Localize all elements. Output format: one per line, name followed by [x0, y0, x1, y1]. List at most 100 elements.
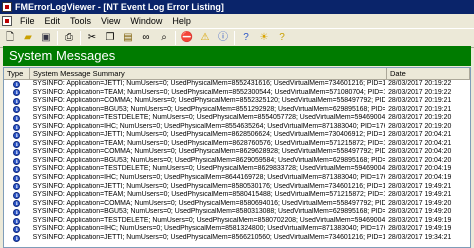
table-row[interactable]: i SYSINFO: Application=JETTI; NumUsers=0;… — [4, 183, 470, 192]
date-cell: 28/03/2017 19:49:20 — [388, 208, 452, 216]
table-row[interactable]: i SYSINFO: Application=IHC; NumUsers=0; U… — [4, 174, 470, 183]
info-icon: i — [13, 200, 21, 208]
app-icon[interactable] — [2, 2, 12, 12]
date-cell: 28/03/2017 20:04:19 — [388, 174, 452, 182]
info-icon: i — [13, 217, 21, 225]
toolbar: 🗋 ▰ ▣ ⎙ ✂ ❐ ▤ ∞ ⌕ ⛔ ⚠ ⓘ ? ☀ ? — [0, 28, 474, 48]
info-icon: i — [13, 157, 21, 165]
table-row[interactable]: i SYSINFO: Application=TESTDELETE; NumUse… — [4, 165, 470, 174]
info-icon: i — [13, 166, 21, 174]
new-icon[interactable]: 🗋 — [3, 31, 17, 45]
date-cell: 28/03/2017 20:19:20 — [388, 114, 452, 122]
binoculars-icon[interactable]: ∞ — [139, 31, 153, 45]
info-icon: i — [13, 106, 21, 114]
info-icon: i — [13, 132, 21, 140]
type-cell: i — [4, 106, 30, 115]
menu-bar: File Edit Tools View Window Help — [0, 14, 474, 28]
info-icon: i — [13, 114, 21, 122]
summary-cell: SYSINFO: Application=IHC; NumUsers=0; Us… — [32, 225, 386, 233]
save-icon[interactable]: ▣ — [39, 31, 53, 45]
info-icon: i — [13, 234, 21, 242]
menu-tools[interactable]: Tools — [65, 14, 96, 28]
toolbar-separator — [57, 31, 58, 45]
date-cell: 28/03/2017 20:04:20 — [388, 148, 452, 156]
table-row[interactable]: i SYSINFO: Application=IHC; NumUsers=0; U… — [4, 123, 470, 132]
panel-title: System Messages — [3, 46, 471, 66]
date-cell: 28/03/2017 19:49:19 — [388, 216, 452, 224]
menu-window[interactable]: Window — [125, 14, 167, 28]
summary-cell: SYSINFO: Application=TEAM; NumUsers=0; U… — [32, 191, 386, 199]
column-header-type[interactable]: Type — [4, 68, 30, 79]
find-icon[interactable]: ⌕ — [157, 31, 171, 45]
table-row[interactable]: i SYSINFO: Application=BGU53; NumUsers=0;… — [4, 106, 470, 115]
open-icon[interactable]: ▰ — [21, 31, 35, 45]
message-grid[interactable]: Type System Message Summary Date i SYSINF… — [3, 67, 471, 248]
date-cell: 28/03/2017 20:04:21 — [388, 131, 452, 139]
type-cell: i — [4, 80, 30, 89]
date-cell: 28/03/2017 20:19:22 — [388, 88, 452, 96]
table-row[interactable]: i SYSINFO: Application=TEAM; NumUsers=0; … — [4, 191, 470, 200]
paste-icon[interactable]: ▤ — [121, 31, 135, 45]
menu-file[interactable]: File — [15, 14, 40, 28]
column-header-date[interactable]: Date — [387, 68, 470, 79]
type-cell: i — [4, 131, 30, 140]
summary-cell: SYSINFO: Application=COMMA; NumUsers=0; … — [32, 148, 386, 156]
type-cell: i — [4, 114, 30, 123]
table-row[interactable]: i SYSINFO: Application=TESTDELETE; NumUse… — [4, 217, 470, 226]
table-row[interactable]: i SYSINFO: Application=JETTI; NumUsers=0;… — [4, 80, 470, 89]
summary-cell: SYSINFO: Application=JETTI; NumUsers=0; … — [32, 182, 386, 190]
table-row[interactable]: i SYSINFO: Application=JETTI; NumUsers=0;… — [4, 234, 470, 243]
window-title: FMErrorLogViewer - [NT Event Log Error L… — [15, 2, 224, 12]
date-cell: 28/03/2017 19:49:19 — [388, 225, 452, 233]
table-row[interactable]: i SYSINFO: Application=BGU53; NumUsers=0;… — [4, 208, 470, 217]
type-cell: i — [4, 234, 30, 243]
type-cell: i — [4, 148, 30, 157]
menu-help[interactable]: Help — [167, 14, 196, 28]
date-cell: 28/03/2017 19:34:21 — [388, 233, 452, 241]
column-header-summary[interactable]: System Message Summary — [30, 68, 387, 79]
error-filter-icon[interactable]: ⛔ — [180, 31, 194, 45]
info-icon: i — [13, 80, 21, 88]
date-cell: 28/03/2017 20:19:21 — [388, 97, 452, 105]
table-row[interactable]: i SYSINFO: Application=COMMA; NumUsers=0;… — [4, 97, 470, 106]
table-row[interactable]: i SYSINFO: Application=IHC; NumUsers=0; U… — [4, 225, 470, 234]
grid-header: Type System Message Summary Date — [4, 68, 470, 80]
date-cell: 28/03/2017 19:49:21 — [388, 182, 452, 190]
copy-icon[interactable]: ❐ — [103, 31, 117, 45]
type-cell: i — [4, 208, 30, 217]
table-row[interactable]: i SYSINFO: Application=COMMA; NumUsers=0;… — [4, 148, 470, 157]
table-row[interactable]: i SYSINFO: Application=TESTDELETE; NumUse… — [4, 114, 470, 123]
grid-rows: i SYSINFO: Application=JETTI; NumUsers=0;… — [4, 80, 470, 242]
type-cell: i — [4, 157, 30, 166]
info-icon: i — [13, 97, 21, 105]
warning-filter-icon[interactable]: ⚠ — [198, 31, 212, 45]
summary-cell: SYSINFO: Application=IHC; NumUsers=0; Us… — [32, 122, 386, 130]
type-cell: i — [4, 97, 30, 106]
cut-icon[interactable]: ✂ — [85, 31, 99, 45]
table-row[interactable]: i SYSINFO: Application=TEAM; NumUsers=0; … — [4, 89, 470, 98]
type-cell: i — [4, 200, 30, 209]
table-row[interactable]: i SYSINFO: Application=TEAM; NumUsers=0; … — [4, 140, 470, 149]
type-cell: i — [4, 89, 30, 98]
table-row[interactable]: i SYSINFO: Application=COMMA; NumUsers=0;… — [4, 200, 470, 209]
summary-cell: SYSINFO: Application=JETTI; NumUsers=0; … — [32, 233, 386, 241]
info-filter-icon[interactable]: ⓘ — [216, 31, 230, 45]
table-row[interactable]: i SYSINFO: Application=BGU53; NumUsers=0;… — [4, 157, 470, 166]
document-menu-icon[interactable] — [2, 16, 12, 26]
info-icon: i — [13, 123, 21, 131]
date-cell: 28/03/2017 19:49:20 — [388, 199, 452, 207]
about-icon[interactable]: ? — [275, 31, 289, 45]
type-cell: i — [4, 225, 30, 234]
print-icon[interactable]: ⎙ — [62, 31, 76, 45]
title-bar[interactable]: FMErrorLogViewer - [NT Event Log Error L… — [0, 0, 474, 14]
table-row[interactable]: i SYSINFO: Application=JETTI; NumUsers=0;… — [4, 131, 470, 140]
tip-icon[interactable]: ☀ — [257, 31, 271, 45]
menu-view[interactable]: View — [96, 14, 125, 28]
summary-cell: SYSINFO: Application=IHC; NumUsers=0; Us… — [32, 174, 386, 182]
date-cell: 28/03/2017 20:19:20 — [388, 122, 452, 130]
summary-cell: SYSINFO: Application=JETTI; NumUsers=0; … — [32, 80, 386, 87]
help-icon[interactable]: ? — [239, 31, 253, 45]
info-icon: i — [13, 208, 21, 216]
menu-edit[interactable]: Edit — [40, 14, 66, 28]
toolbar-separator — [80, 31, 81, 45]
